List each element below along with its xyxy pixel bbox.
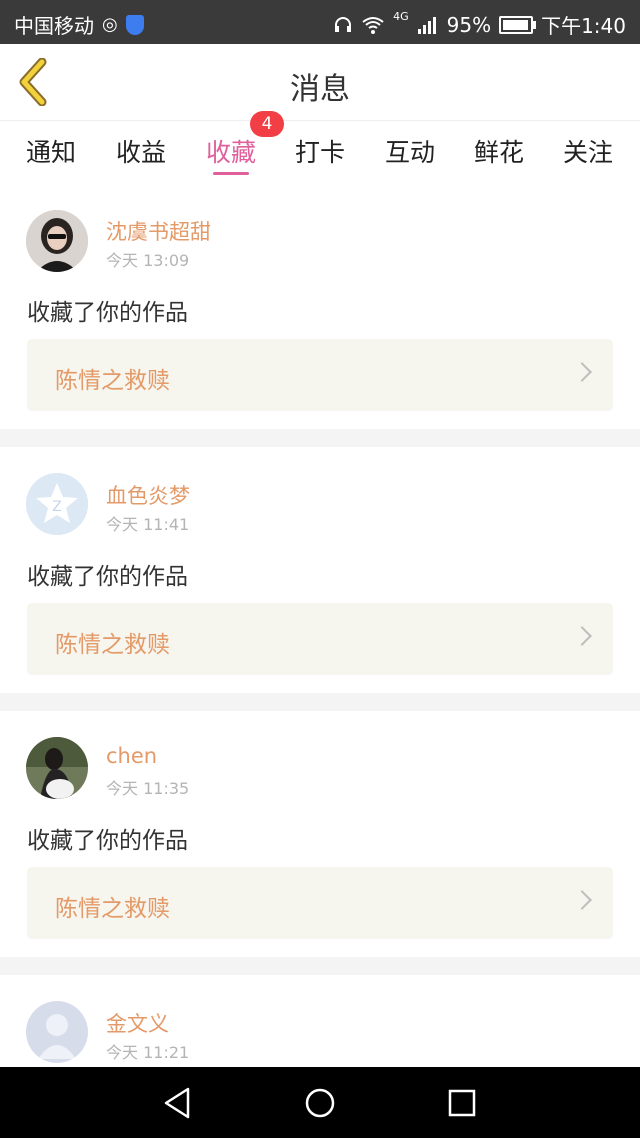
- work-title: 陈情之救赎: [55, 896, 170, 922]
- square-recents-icon: [448, 1089, 476, 1117]
- status-right: 4G 95% 下午1:40: [333, 10, 626, 39]
- work-title: 陈情之救赎: [55, 368, 170, 394]
- avatar[interactable]: Z: [26, 473, 88, 535]
- message-card: chen 今天 11:35 收藏了你的作品 陈情之救赎: [0, 711, 640, 957]
- message-time: 今天 11:35: [106, 779, 190, 798]
- nav-back-button[interactable]: [158, 1085, 198, 1121]
- divider: [0, 693, 640, 711]
- default-person-icon: [26, 1001, 88, 1063]
- tab-interactions[interactable]: 互动: [385, 133, 435, 169]
- user-photo-icon: [26, 737, 88, 799]
- chevron-right-icon: [572, 890, 592, 910]
- favorites-count-badge: 4: [250, 111, 284, 137]
- action-text: 收藏了你的作品: [27, 300, 188, 326]
- action-text: 收藏了你的作品: [27, 564, 188, 590]
- status-left: 中国移动 ◎: [14, 10, 144, 39]
- security-shield-icon: [125, 14, 144, 35]
- tab-checkin[interactable]: 打卡: [295, 133, 345, 169]
- work-link[interactable]: 陈情之救赎: [27, 339, 613, 411]
- message-card: 沈虞书超甜 今天 13:09 收藏了你的作品 陈情之救赎: [0, 181, 640, 429]
- tab-follows[interactable]: 关注: [563, 133, 613, 169]
- nav-recents-button[interactable]: [442, 1085, 482, 1121]
- svg-text:Z: Z: [52, 499, 62, 515]
- avatar[interactable]: [26, 1001, 88, 1063]
- battery-fill: [503, 19, 529, 30]
- network-type: 4G: [393, 10, 409, 23]
- clock: 下午1:40: [541, 14, 626, 38]
- triangle-back-icon: [164, 1087, 190, 1119]
- page-title: 消息: [290, 72, 350, 107]
- work-title: 陈情之救赎: [55, 632, 170, 658]
- message-card: Z 血色炎梦 今天 11:41 收藏了你的作品 陈情之救赎: [0, 447, 640, 693]
- divider: [0, 429, 640, 447]
- active-tab-indicator: [213, 172, 249, 175]
- tab-earnings[interactable]: 收益: [116, 133, 166, 169]
- message-time: 今天 13:09: [106, 251, 190, 270]
- system-nav-bar: [0, 1067, 640, 1138]
- username[interactable]: 金文义: [106, 1008, 169, 1038]
- user-photo-icon: [26, 210, 88, 272]
- carrier-name: 中国移动: [14, 14, 94, 38]
- message-card: 金文义 今天 11:21: [0, 975, 640, 1067]
- battery-icon: [499, 15, 537, 34]
- signal-icon: [417, 16, 436, 34]
- avatar[interactable]: [26, 210, 88, 272]
- avatar[interactable]: [26, 737, 88, 799]
- divider: [0, 957, 640, 975]
- chevron-right-icon: [572, 362, 592, 382]
- tab-bar: 通知 收益 收藏 打卡 互动 鲜花 关注: [0, 121, 640, 181]
- work-link[interactable]: 陈情之救赎: [27, 603, 613, 675]
- headphone-icon: [335, 16, 352, 32]
- username[interactable]: 沈虞书超甜: [106, 216, 211, 246]
- username[interactable]: chen: [106, 744, 157, 768]
- username[interactable]: 血色炎梦: [106, 480, 190, 510]
- message-time: 今天 11:41: [106, 515, 190, 534]
- battery-percent: 95%: [446, 12, 492, 37]
- action-text: 收藏了你的作品: [27, 828, 188, 854]
- weibo-icon: ◎: [102, 13, 118, 35]
- chevron-right-icon: [572, 626, 592, 646]
- default-avatar-star-icon: Z: [26, 473, 88, 535]
- nav-home-button[interactable]: [300, 1085, 340, 1121]
- tab-notifications[interactable]: 通知: [26, 133, 76, 169]
- tab-flowers[interactable]: 鲜花: [474, 133, 524, 169]
- message-time: 今天 11:21: [106, 1043, 190, 1062]
- circle-home-icon: [305, 1088, 335, 1118]
- tab-favorites[interactable]: 收藏: [206, 133, 256, 169]
- wifi-icon: [362, 16, 384, 34]
- header: 消息: [0, 44, 640, 121]
- work-link[interactable]: 陈情之救赎: [27, 867, 613, 939]
- status-bar: 中国移动 ◎ 4G 95% 下午1:40: [0, 0, 640, 44]
